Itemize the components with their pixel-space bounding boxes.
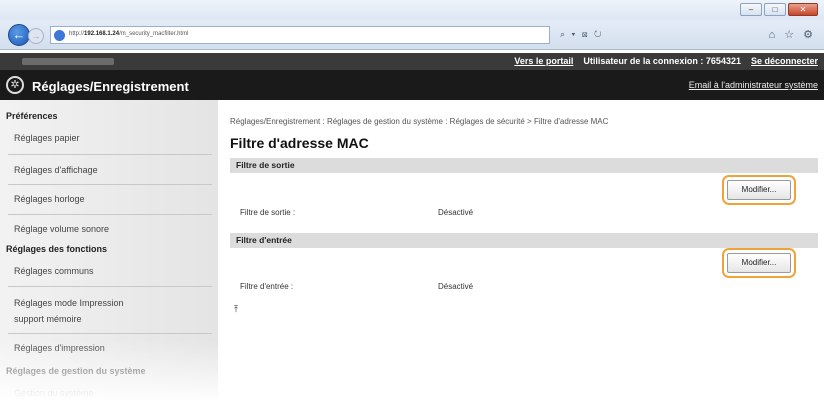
admin-email-link[interactable]: Email à l'administrateur système (689, 80, 818, 90)
page-favicon-icon (54, 30, 65, 41)
section-heading-input-filter: Filtre d'entrée (230, 233, 818, 248)
url-text: http://192.168.1.24/m_security_macfilter… (69, 31, 188, 37)
app-title: Réglages/Enregistrement (32, 79, 189, 94)
sidebar-item-system-management[interactable]: Gestion du système (14, 388, 94, 398)
arrow-left-icon: ← (12, 27, 26, 42)
login-user-label: Utilisateur de la connexion : (583, 56, 704, 66)
section-heading-output-filter: Filtre de sortie (230, 158, 818, 173)
sidebar-item-memory-print[interactable]: Réglages mode Impression support mémoire (14, 295, 124, 327)
modify-output-filter-highlight: Modifier... (722, 175, 796, 205)
sidebar: Préférences Réglages papier Réglages d'a… (0, 100, 218, 400)
modify-output-filter-button[interactable]: Modifier... (727, 180, 791, 200)
browser-navbar: ← → http://192.168.1.24/m_security_macfi… (0, 20, 824, 50)
masked-device-name (22, 58, 114, 65)
login-user: Utilisateur de la connexion : 7654321 (583, 56, 741, 66)
address-bar[interactable]: http://192.168.1.24/m_security_macfilter… (50, 26, 550, 44)
logout-link[interactable]: Se déconnecter (751, 56, 818, 66)
sidebar-divider (8, 184, 212, 185)
back-to-top-icon[interactable]: ⤒ (234, 305, 243, 314)
address-bar-controls[interactable]: ⌕ ▾ ⊠ ↻ (560, 29, 604, 40)
sidebar-heading-functions: Réglages des fonctions (6, 244, 108, 254)
browser-tool-icons[interactable]: ⌂ ☆ ⚙ (769, 28, 816, 41)
settings-gear-icon: ✲ (6, 76, 24, 94)
sidebar-divider (8, 154, 212, 155)
window-controls: – □ ✕ (740, 3, 818, 16)
sidebar-item-volume[interactable]: Réglage volume sonore (14, 224, 109, 234)
output-filter-value: Désactivé (438, 208, 474, 217)
browser-titlebar: – □ ✕ (0, 0, 824, 20)
url-prefix: http:// (69, 31, 85, 37)
sidebar-item-display[interactable]: Réglages d'affichage (14, 165, 98, 175)
arrow-right-icon: → (31, 31, 41, 41)
page-title: Filtre d'adresse MAC (230, 135, 369, 151)
app-header: ✲ Réglages/Enregistrement Email à l'admi… (0, 70, 824, 100)
breadcrumb: Réglages/Enregistrement : Réglages de ge… (230, 117, 609, 126)
sidebar-divider (8, 333, 212, 334)
portal-link[interactable]: Vers le portail (514, 56, 573, 66)
top-bar: Vers le portail Utilisateur de la connex… (0, 53, 824, 70)
back-button[interactable]: ← (8, 24, 30, 46)
input-filter-value: Désactivé (438, 282, 474, 291)
login-user-value: 7654321 (705, 56, 741, 66)
main-content: Réglages/Enregistrement : Réglages de ge… (218, 100, 824, 400)
sidebar-item-common[interactable]: Réglages communs (14, 266, 94, 276)
sidebar-item-clock[interactable]: Réglages horloge (14, 194, 85, 204)
minimize-button[interactable]: – (740, 3, 762, 16)
sidebar-item-print[interactable]: Réglages d'impression (14, 343, 105, 353)
output-filter-label: Filtre de sortie : (240, 208, 296, 217)
modify-input-filter-button[interactable]: Modifier... (727, 253, 791, 273)
sidebar-divider (8, 286, 212, 287)
url-path: /m_security_macfilter.html (119, 31, 189, 37)
sidebar-item-paper[interactable]: Réglages papier (14, 133, 80, 143)
close-button[interactable]: ✕ (788, 3, 818, 16)
maximize-button[interactable]: □ (764, 3, 786, 16)
sidebar-item-memory-print-line2: support mémoire (14, 314, 82, 324)
forward-button[interactable]: → (28, 28, 44, 44)
input-filter-label: Filtre d'entrée : (240, 282, 294, 291)
modify-input-filter-highlight: Modifier... (722, 248, 796, 278)
top-links: Vers le portail Utilisateur de la connex… (514, 56, 818, 66)
sidebar-divider (8, 214, 212, 215)
url-host: 192.168.1.24 (84, 31, 120, 37)
sidebar-heading-preferences: Préférences (6, 111, 58, 121)
sidebar-heading-system: Réglages de gestion du système (6, 366, 146, 376)
sidebar-item-memory-print-line1: Réglages mode Impression (14, 298, 124, 308)
